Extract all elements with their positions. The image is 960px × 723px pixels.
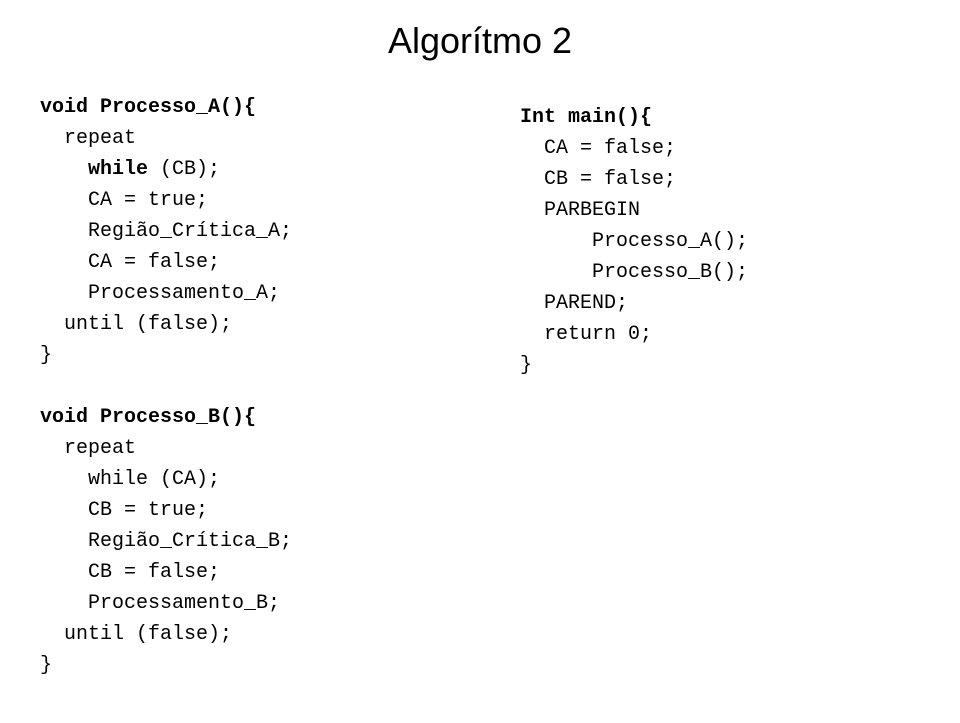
main-code: Int main(){ CA = false; CB = false; PARB…	[520, 106, 748, 377]
processo-a-code: void Processo_A(){ repeat while (CB); CA…	[40, 96, 292, 677]
left-column: void Processo_A(){ repeat while (CB); CA…	[40, 92, 520, 681]
right-column: Int main(){ CA = false; CB = false; PARB…	[520, 92, 960, 381]
content-area: void Processo_A(){ repeat while (CB); CA…	[40, 92, 920, 681]
page-container: Algorítmo 2 void Processo_A(){ repeat wh…	[0, 0, 960, 723]
page-title: Algorítmo 2	[40, 20, 920, 62]
